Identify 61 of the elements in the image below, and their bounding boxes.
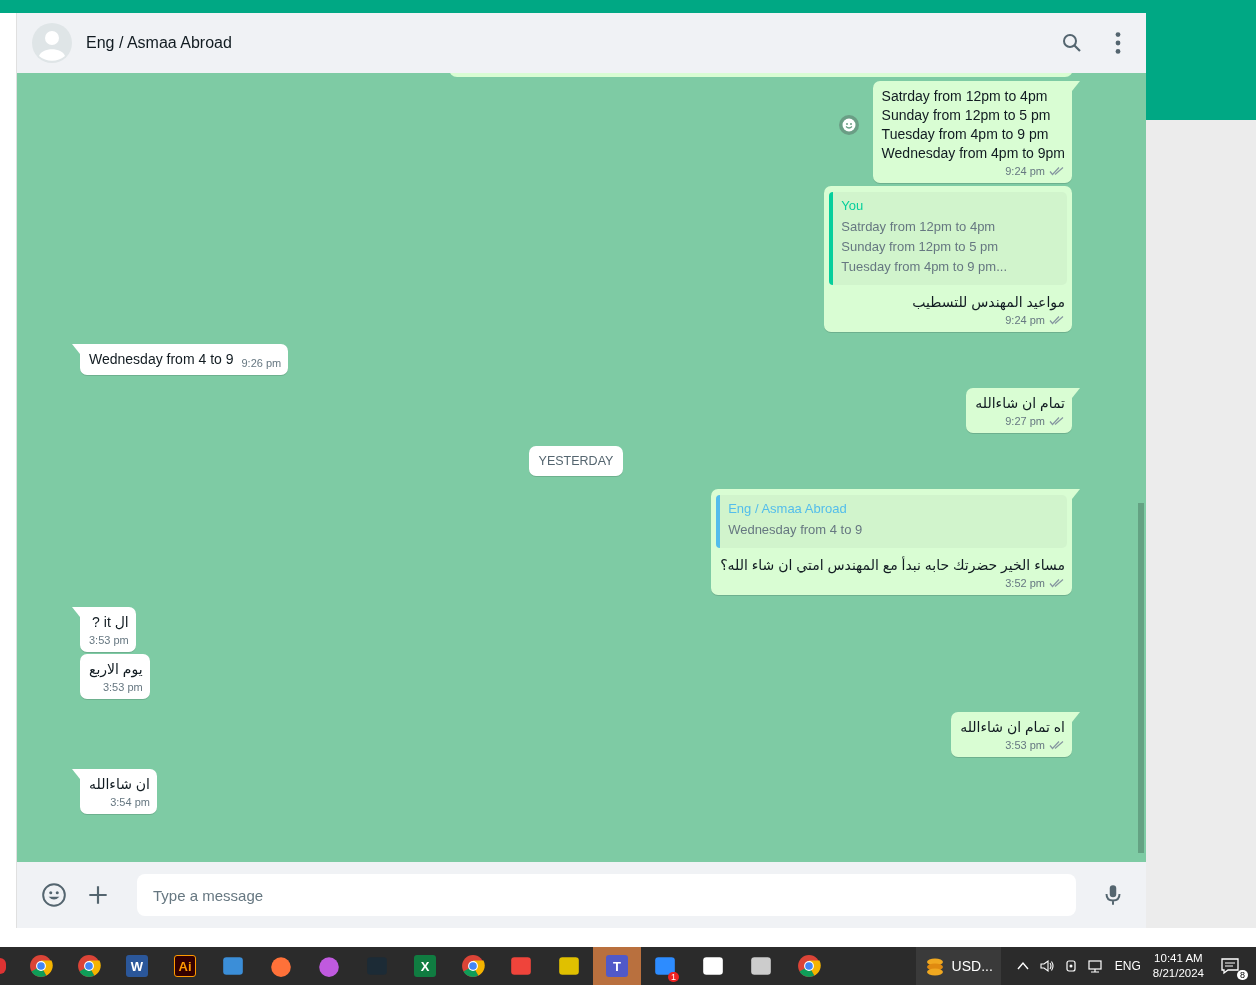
quote-text: Wednesday from 4 to 9 — [728, 521, 864, 539]
speaker-icon[interactable] — [1038, 958, 1055, 974]
quoted-message[interactable]: Eng / Asmaa Abroad Wednesday from 4 to 9 — [716, 495, 1067, 548]
smiley-icon[interactable] — [838, 115, 859, 135]
message-text: مواعيد المهندس للتسطيب — [911, 293, 1065, 312]
message-text: مساء الخير حضرتك حابه نبدأ مع المهندس امتي ان شاء الله؟ — [720, 556, 1065, 575]
message-text: ان شاءالله — [89, 775, 150, 794]
notifications-icon[interactable] — [1220, 956, 1240, 976]
app-icon[interactable] — [0, 958, 6, 974]
contact-name[interactable]: Eng / Asmaa Abroad — [86, 34, 232, 52]
app-icon — [749, 954, 773, 978]
app-icon — [557, 954, 581, 978]
app-icon — [221, 954, 245, 978]
message-text: Wednesday from 4 to 9 — [89, 350, 234, 369]
message-time: 9:24 pm — [1005, 314, 1045, 326]
clock[interactable]: 10:41 AM 8/21/2024 — [1152, 951, 1204, 981]
notification-badge: 1 — [668, 972, 679, 982]
message-time: 3:53 pm — [102, 681, 143, 693]
chrome-icon — [29, 954, 53, 978]
message-text: اه تمام ان شاءالله — [960, 718, 1065, 737]
taskbar-app[interactable]: T — [593, 947, 641, 985]
language-indicator[interactable]: ENG — [1114, 959, 1141, 973]
chrome-icon — [797, 954, 821, 978]
app-icon — [269, 954, 293, 978]
currency-widget[interactable]: USD... — [915, 947, 1001, 985]
message-time: 3:52 pm — [1005, 577, 1045, 589]
message-time: 9:26 pm — [241, 357, 282, 369]
menu-icon[interactable] — [1114, 31, 1122, 55]
notification-count: 8 — [1237, 970, 1248, 980]
app-icon — [509, 954, 533, 978]
app-icon — [653, 954, 677, 978]
chrome-icon — [461, 954, 485, 978]
message-text: يوم الاربع — [89, 660, 143, 679]
app-icon — [701, 954, 725, 978]
quote-author: Eng / Asmaa Abroad — [728, 501, 848, 516]
chrome-icon — [77, 954, 101, 978]
taskbar-app[interactable]: Ai — [161, 947, 209, 985]
app-icon — [317, 954, 341, 978]
app-icon: X — [414, 955, 436, 977]
scrollbar[interactable] — [1138, 503, 1144, 853]
message-time: 9:27 pm — [1005, 415, 1045, 427]
message-text: ال it ? — [91, 613, 129, 632]
message-time: 3:53 pm — [1005, 739, 1045, 751]
taskbar-app[interactable]: 1 — [641, 947, 689, 985]
currency-label: USD... — [951, 958, 993, 974]
message-input[interactable]: Type a message — [137, 874, 1076, 916]
taskbar-app[interactable]: W — [113, 947, 161, 985]
quote-author: You — [841, 198, 865, 213]
quote-text: Satrday from 12pm to 4pm Sunday from 12pm to 5 pm Tuesday from 4pm to 9 pm... — [841, 218, 1007, 276]
message-text: تمام ان شاءالله — [975, 394, 1065, 413]
quoted-message[interactable]: You Satrday from 12pm to 4pm Sunday from 12pm to 5 pm Tuesday from 4pm to 9 pm... — [829, 192, 1067, 285]
message-time: 3:54 pm — [110, 796, 150, 808]
message-text: Satrday from 12pm to 4pm Sunday from 12pm to 5 pm Tuesday from 4pm to 9 pm Wednesday from 4pm to 9pm — [881, 87, 1065, 163]
app-icon: W — [126, 955, 148, 977]
taskbar-app[interactable]: X — [401, 947, 449, 985]
emoji-icon[interactable] — [41, 882, 67, 908]
network-icon[interactable] — [1086, 958, 1103, 974]
message-time: 9:24 pm — [1005, 165, 1045, 177]
app-icon: Ai — [174, 955, 196, 977]
app-icon: T — [606, 955, 628, 977]
message-time: 3:53 pm — [89, 634, 129, 646]
